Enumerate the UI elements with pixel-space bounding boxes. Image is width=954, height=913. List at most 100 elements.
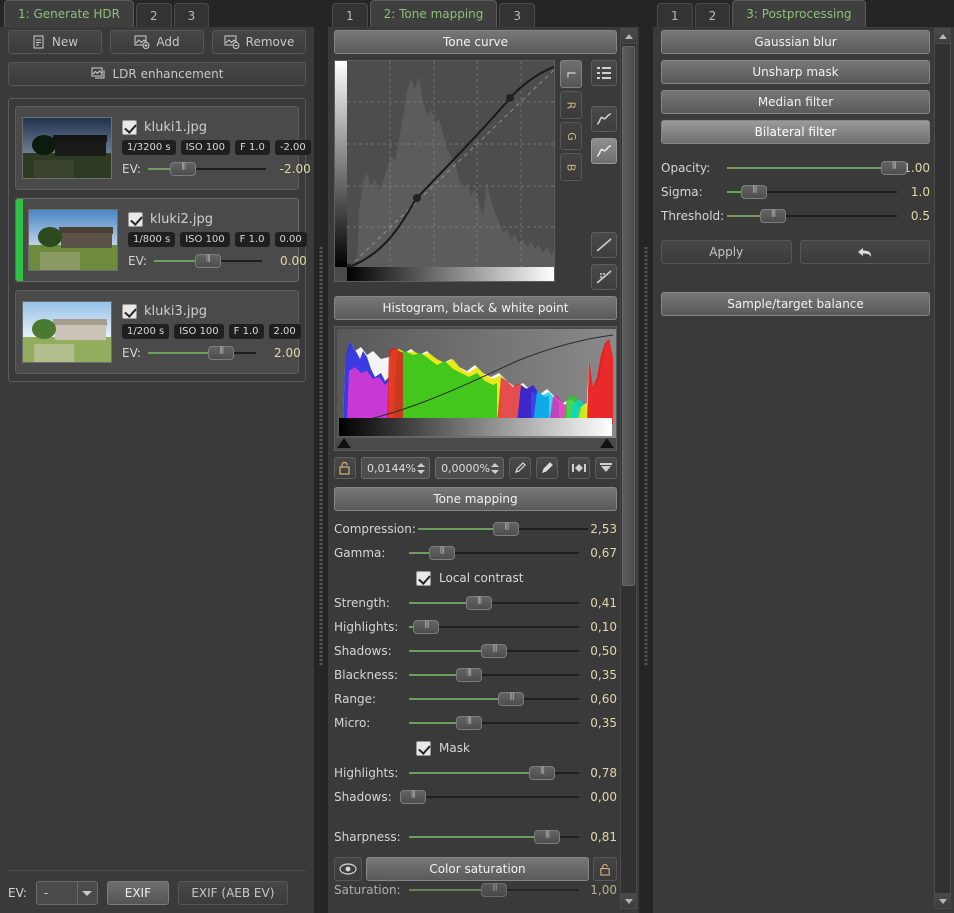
blackness-slider[interactable] xyxy=(409,667,580,683)
bilateral-filter-button[interactable]: Bilateral filter xyxy=(661,120,930,144)
tab-middle-1[interactable]: 1 xyxy=(332,3,368,27)
ev-slider[interactable] xyxy=(147,161,266,177)
threshold-slider[interactable] xyxy=(727,208,898,224)
ev-tag: -2.00 xyxy=(274,139,311,155)
black-point-marker[interactable] xyxy=(337,438,351,448)
new-button[interactable]: New xyxy=(8,30,102,54)
add-button[interactable]: Add xyxy=(110,30,204,54)
exif-aeb-ev-button[interactable]: EXIF (AEB EV) xyxy=(177,881,288,905)
white-point-spinbox[interactable]: 0,0000% xyxy=(435,457,505,479)
black-point-stepper[interactable] xyxy=(414,459,427,477)
channel-button-r[interactable]: R xyxy=(560,91,582,119)
iso-tag: ISO 100 xyxy=(174,323,224,339)
micro-slider[interactable] xyxy=(409,715,580,731)
tone-mapping-section-header[interactable]: Tone mapping xyxy=(334,487,617,511)
tab-right-2[interactable]: 2 xyxy=(694,3,731,27)
opacity-slider[interactable] xyxy=(727,160,907,176)
mask-label: Mask xyxy=(439,741,470,755)
strength-slider[interactable] xyxy=(409,595,580,611)
ev-label: EV: xyxy=(128,253,147,268)
reset-levels-icon[interactable] xyxy=(595,457,617,479)
scroll-down-arrow-icon[interactable] xyxy=(621,893,636,908)
shutter-speed-tag: 1/3200 s xyxy=(122,139,176,155)
curve-linear-reset-icon[interactable] xyxy=(591,232,617,258)
apply-button[interactable]: Apply xyxy=(661,240,792,264)
mask-checkbox[interactable] xyxy=(416,740,431,756)
local-contrast-checkbox[interactable] xyxy=(416,570,431,586)
scroll-down-arrow-icon[interactable] xyxy=(935,893,950,908)
saturation-value-partial: 1,00 xyxy=(590,883,617,897)
ev-slider[interactable] xyxy=(147,345,256,361)
list-item[interactable]: kluki3.jpg 1/200 s ISO 100 F 1.0 2.00 EV… xyxy=(15,290,301,374)
middle-panel-body: Tone curve L R G B Histogram, black & wh… xyxy=(334,30,617,909)
image-enable-checkbox[interactable] xyxy=(128,211,143,227)
iso-tag: ISO 100 xyxy=(180,139,231,155)
histogram-canvas[interactable] xyxy=(334,326,617,451)
curve-points-reset-icon[interactable] xyxy=(591,264,617,290)
right-panel-scrollbar[interactable] xyxy=(934,28,951,909)
eye-visibility-icon[interactable] xyxy=(334,857,362,881)
list-item[interactable]: kluki1.jpg 1/3200 s ISO 100 F 1.0 -2.00 … xyxy=(15,106,311,190)
white-point-eyedropper-icon[interactable] xyxy=(536,457,559,479)
gaussian-blur-button[interactable]: Gaussian blur xyxy=(661,30,930,54)
tab-tone-mapping[interactable]: 2: Tone mapping xyxy=(369,0,498,27)
splitter-right[interactable] xyxy=(639,0,653,913)
auto-levels-icon[interactable] xyxy=(568,457,591,479)
chevron-down-icon[interactable] xyxy=(76,882,97,904)
color-saturation-header[interactable]: Color saturation xyxy=(366,857,589,881)
scrollbar-thumb[interactable] xyxy=(622,46,635,586)
color-saturation-lock-icon[interactable] xyxy=(593,857,617,881)
remove-button[interactable]: Remove xyxy=(212,30,306,54)
median-filter-button[interactable]: Median filter xyxy=(661,90,930,114)
channel-button-l[interactable]: L xyxy=(560,60,582,88)
lock-icon[interactable] xyxy=(334,457,356,479)
tab-generate-hdr[interactable]: 1: Generate HDR xyxy=(4,0,134,27)
mask-shadows-slider[interactable] xyxy=(399,789,580,805)
tab-right-1[interactable]: 1 xyxy=(657,3,693,27)
sigma-slider[interactable] xyxy=(727,184,898,200)
curve-smooth-icon[interactable] xyxy=(591,106,617,132)
sharpness-slider[interactable] xyxy=(409,829,580,845)
compression-slider[interactable] xyxy=(417,521,588,537)
tab-middle-3[interactable]: 3 xyxy=(499,3,536,27)
preset-list-icon[interactable] xyxy=(591,60,617,86)
undo-button[interactable] xyxy=(799,240,930,264)
histogram-section-header[interactable]: Histogram, black & white point xyxy=(334,296,617,320)
lc-shadows-slider[interactable] xyxy=(409,643,580,659)
channel-button-b[interactable]: B xyxy=(560,153,582,181)
saturation-slider-partial[interactable] xyxy=(409,883,580,897)
local-contrast-row: Local contrast xyxy=(334,565,617,591)
scroll-up-arrow-icon[interactable] xyxy=(935,29,950,44)
tone-curve-section-header[interactable]: Tone curve xyxy=(334,30,617,54)
image-enable-checkbox[interactable] xyxy=(122,303,137,319)
white-point-stepper[interactable] xyxy=(488,459,501,477)
curve-spline-icon[interactable] xyxy=(591,138,617,164)
tone-curve-canvas[interactable] xyxy=(334,60,555,282)
tab-left-3[interactable]: 3 xyxy=(173,3,210,27)
black-point-eyedropper-icon[interactable] xyxy=(509,457,532,479)
ev-source-dropdown[interactable]: - xyxy=(35,881,98,905)
mask-highlights-slider[interactable] xyxy=(409,765,580,781)
sigma-slider-row: Sigma: 1.0 xyxy=(661,180,930,204)
file-action-buttons: New Add Remove xyxy=(8,30,306,54)
sample-target-balance-button[interactable]: Sample/target balance xyxy=(661,292,930,316)
lc-highlights-slider[interactable] xyxy=(409,619,580,635)
tab-left-2[interactable]: 2 xyxy=(135,3,172,27)
range-slider[interactable] xyxy=(409,691,580,707)
gamma-slider[interactable] xyxy=(409,545,580,561)
unsharp-mask-button[interactable]: Unsharp mask xyxy=(661,60,930,84)
splitter-left[interactable] xyxy=(314,0,328,913)
white-point-marker[interactable] xyxy=(600,438,614,448)
list-item[interactable]: kluki2.jpg 1/800 s ISO 100 F 1.0 0.00 EV… xyxy=(15,198,307,282)
scroll-up-arrow-icon[interactable] xyxy=(621,29,636,44)
ev-slider[interactable] xyxy=(153,253,262,269)
tab-postprocessing[interactable]: 3: Postprocessing xyxy=(732,0,866,27)
channel-button-g[interactable]: G xyxy=(560,122,582,150)
ldr-enhancement-button[interactable]: LDR enhancement xyxy=(8,62,306,86)
middle-panel-scrollbar[interactable] xyxy=(620,28,637,909)
black-point-spinbox[interactable]: 0,0144% xyxy=(360,457,431,479)
output-gradient-bar xyxy=(335,61,347,267)
exif-button[interactable]: EXIF xyxy=(106,881,169,905)
image-enable-checkbox[interactable] xyxy=(122,119,137,135)
splitter-grip xyxy=(644,246,648,667)
